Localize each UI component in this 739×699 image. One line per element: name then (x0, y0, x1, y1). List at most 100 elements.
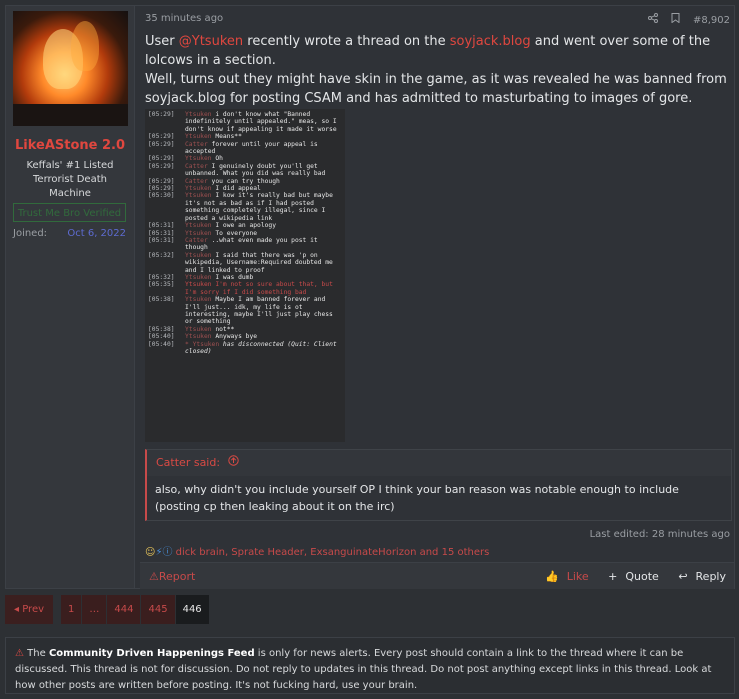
irc-line: [05:29] Ytsuken I did appeal (145, 185, 345, 192)
joined-info: Joined: Oct 6, 2022 (13, 228, 126, 239)
irc-line: [05:40] * Ytsuken has disconnected (Quit:… (145, 341, 345, 356)
quote-header[interactable]: Catter said: (147, 450, 731, 476)
post-actions: #8,902 (638, 13, 730, 26)
irc-nick: Ytsuken (185, 296, 216, 304)
irc-nick: Catter (185, 177, 212, 185)
irc-timestamp: [05:29] (148, 177, 175, 185)
irc-line: [05:29] Ytsuken i don't know what "Banned… (145, 111, 345, 133)
irc-line: [05:40] Ytsuken Anyways bye (145, 333, 345, 340)
reactions-bar[interactable]: ☺⚡ⓘ dick brain, Sprate Header, Exsanguin… (145, 543, 489, 558)
pagination: ◂ Prev 1 … 444 445 446 (5, 595, 210, 624)
irc-timestamp: [05:29] (148, 155, 175, 163)
irc-line: [05:32] Ytsuken I was dumb (145, 274, 345, 281)
irc-timestamp: [05:32] (148, 251, 175, 259)
irc-message: Oh (215, 155, 223, 163)
irc-line: [05:38] Ytsuken Maybe I am banned forever… (145, 296, 345, 326)
arrow-up-circle-icon[interactable] (227, 455, 239, 469)
post-paragraph-1: User @Ytsuken recently wrote a thread on… (145, 34, 711, 68)
user-panel: LikeAStone 2.0 Keffals' #1 Listed Terror… (6, 6, 135, 588)
reactions-list[interactable]: dick brain, Sprate Header, ExsanguinateH… (176, 547, 490, 558)
irc-line: [05:29] Ytsuken Means** (145, 133, 345, 140)
soyjack-link[interactable]: soyjack.blog (450, 34, 531, 49)
irc-message: I did appeal (215, 185, 261, 193)
user-title: Keffals' #1 Listed Terrorist Death Machi… (26, 160, 114, 199)
irc-nick: Ytsuken (185, 273, 216, 281)
irc-message: Anyways bye (215, 333, 258, 341)
irc-timestamp: [05:30] (148, 192, 175, 200)
warning-icon: ⚠ (149, 570, 159, 583)
avatar[interactable] (13, 11, 128, 126)
irc-message: I was dumb (215, 273, 254, 281)
irc-line: [05:29] Catter you can try though (145, 178, 345, 185)
irc-timestamp: [05:40] (148, 333, 175, 341)
page-1[interactable]: 1 (61, 595, 82, 624)
warning-icon: ⚠ (15, 648, 24, 659)
irc-nick: Ytsuken (185, 281, 216, 289)
irc-timestamp: [05:29] (148, 133, 175, 141)
irc-nick: Ytsuken (185, 325, 216, 333)
post-content: 35 minutes ago #8,902 User @Ytsuken rece… (140, 6, 734, 589)
irc-nick: Ytsuken (185, 133, 216, 141)
irc-nick: Ytsuken (185, 192, 216, 200)
irc-line: [05:38] Ytsuken not** (145, 326, 345, 333)
post-body: User @Ytsuken recently wrote a thread on… (145, 32, 731, 108)
post-timestamp[interactable]: 35 minutes ago (145, 13, 223, 24)
user-mention[interactable]: @Ytsuken (179, 34, 243, 49)
quote-button[interactable]: + Quote (600, 570, 659, 583)
irc-message: Means** (215, 133, 242, 141)
irc-nick: * Ytsuken (185, 340, 223, 348)
prev-page-button[interactable]: ◂ Prev (5, 595, 54, 624)
report-button[interactable]: ⚠Report (149, 570, 195, 583)
post-paragraph-2: Well, turns out they might have skin in … (145, 72, 727, 106)
irc-nick: Ytsuken (185, 111, 216, 118)
username[interactable]: LikeAStone 2.0 (6, 138, 134, 153)
quote-block: Catter said: also, why didn't you includ… (145, 449, 732, 521)
quote-author[interactable]: Catter said: (156, 456, 220, 469)
page-445[interactable]: 445 (141, 595, 175, 624)
bookmark-icon[interactable] (671, 13, 683, 26)
joined-date: Oct 6, 2022 (67, 228, 126, 239)
irc-timestamp: [05:29] (148, 111, 175, 118)
quote-text: also, why didn't you include yourself OP… (155, 483, 679, 513)
post-footer: ⚠Report 👍 Like + Quote ↩ Reply (140, 562, 734, 589)
emoji-reaction-icon: ☺ (145, 547, 156, 558)
irc-timestamp: [05:31] (148, 236, 175, 244)
irc-nick: Ytsuken (185, 251, 216, 259)
irc-nick: Ytsuken (185, 222, 216, 230)
joined-label: Joined: (13, 228, 48, 239)
notice-feed-name: Community Driven Happenings Feed (48, 648, 255, 659)
info-reaction-icon: ⓘ (162, 547, 173, 558)
reply-icon: ↩ (678, 570, 688, 583)
irc-message: To everyone (215, 229, 258, 237)
irc-timestamp: [05:31] (148, 222, 175, 230)
thread-notice: ⚠ The Community Driven Happenings Feed i… (5, 637, 735, 694)
irc-nick: Ytsuken (185, 185, 216, 193)
page-current[interactable]: 446 (175, 595, 209, 624)
share-icon[interactable] (647, 13, 661, 26)
irc-nick: Catter (185, 162, 212, 170)
post-number[interactable]: #8,902 (693, 15, 730, 26)
page-ellipsis[interactable]: … (82, 595, 107, 624)
irc-timestamp: [05:38] (148, 296, 175, 304)
last-edited[interactable]: Last edited: 28 minutes ago (590, 529, 730, 540)
irc-message: not** (215, 325, 235, 333)
irc-line: [05:32] Ytsuken I said that there was 'p … (145, 252, 345, 274)
irc-timestamp: [05:31] (148, 229, 175, 237)
user-banner: Trust Me Bro Verified (13, 203, 126, 222)
irc-line: [05:29] Ytsuken Oh (145, 155, 345, 162)
irc-log-screenshot[interactable]: [05:29] Ytsuken i don't know what "Banned… (145, 109, 345, 442)
irc-line: [05:31] Ytsuken To everyone (145, 230, 345, 237)
reply-button[interactable]: ↩ Reply (670, 570, 726, 583)
like-button[interactable]: 👍 Like (537, 570, 589, 583)
post-action-buttons: 👍 Like + Quote ↩ Reply (529, 570, 726, 583)
irc-line: [05:31] Catter ..what even made you post … (145, 237, 345, 252)
irc-nick: Ytsuken (185, 229, 216, 237)
plus-icon: + (608, 570, 618, 583)
irc-nick: Ytsuken (185, 155, 216, 163)
irc-nick: Ytsuken (185, 333, 216, 341)
irc-line: [05:35] Ytsuken I'm not so sure about tha… (145, 281, 345, 296)
irc-line: [05:31] Ytsuken I owe an apology (145, 222, 345, 229)
irc-line: [05:29] Catter forever until your appeal … (145, 141, 345, 156)
irc-timestamp: [05:29] (148, 140, 175, 148)
page-444[interactable]: 444 (107, 595, 141, 624)
